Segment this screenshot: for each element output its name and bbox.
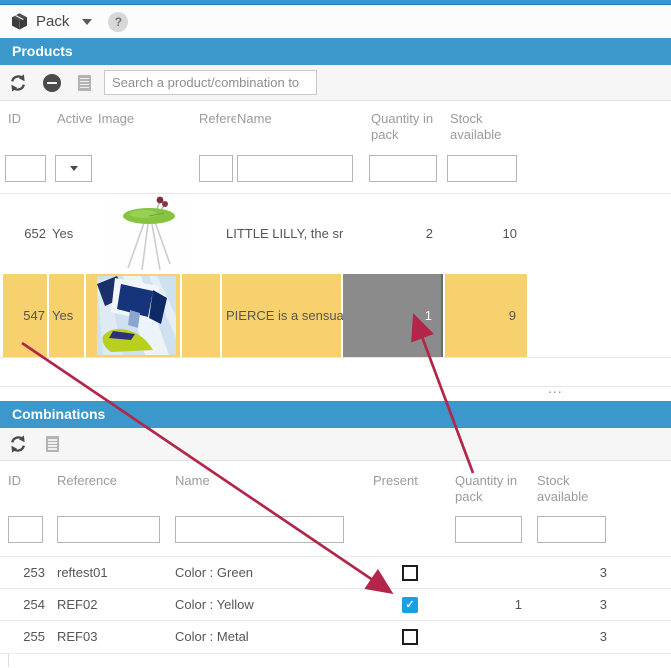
product-id: 547	[3, 274, 45, 357]
products-col-active: Active	[57, 111, 92, 127]
products-col-stock: Stock available	[450, 111, 516, 143]
combination-reference: reftest01	[57, 557, 108, 589]
product-id: 652	[3, 194, 46, 274]
combinations-filter-stock[interactable]	[537, 516, 606, 543]
next-row-border	[8, 654, 9, 667]
cell-reference	[182, 274, 220, 357]
combinations-col-stock: Stock available	[537, 473, 603, 505]
remove-icon[interactable]	[43, 74, 61, 92]
product-stock: 10	[444, 194, 517, 274]
cell-name: PIERCE is a sensua	[222, 274, 341, 357]
pack-box-icon	[10, 12, 29, 31]
combination-id: 255	[8, 621, 45, 653]
combination-reference: REF03	[57, 621, 97, 653]
combination-id: 254	[8, 589, 45, 621]
product-name: LITTLE LILLY, the sr	[226, 194, 343, 274]
product-active: Yes	[52, 274, 73, 357]
combinations-filter-reference[interactable]	[57, 516, 160, 543]
cell-qty-selected[interactable]: 1	[343, 274, 443, 357]
pagination-ellipsis: ...	[548, 380, 563, 396]
combinations-panel-title: Combinations	[12, 406, 105, 422]
select-caret-icon	[70, 166, 78, 171]
refresh-icon[interactable]	[8, 73, 28, 93]
combination-row-255[interactable]: 255 REF03 Color : Metal 3	[0, 620, 671, 654]
products-filter-name[interactable]	[237, 155, 353, 182]
combination-stock: 3	[537, 589, 607, 621]
product-name: PIERCE is a sensua	[226, 274, 344, 357]
table-separator	[0, 386, 671, 387]
product-image	[108, 196, 190, 276]
cell-image	[86, 274, 180, 357]
combinations-col-reference: Reference	[57, 473, 117, 489]
product-row-547-selected[interactable]: 547 Yes	[0, 274, 671, 358]
products-filter-reference[interactable]	[199, 155, 233, 182]
products-panel-title: Products	[12, 43, 73, 59]
page-title: Pack	[36, 13, 69, 30]
combination-row-254[interactable]: 254 REF02 Color : Yellow 1 3	[0, 588, 671, 621]
combination-row-253[interactable]: 253 reftest01 Color : Green 3	[0, 556, 671, 589]
present-checkbox-checked[interactable]	[402, 597, 418, 613]
combinations-filter-name[interactable]	[175, 516, 344, 543]
products-filter-stock[interactable]	[447, 155, 517, 182]
combinations-filter-id[interactable]	[8, 516, 43, 543]
products-filter-active[interactable]	[55, 155, 92, 182]
product-qty: 1	[343, 274, 432, 357]
product-row-652[interactable]: 652 Yes LITTLE LILLY, the sr 2	[0, 193, 671, 274]
refresh-icon[interactable]	[8, 434, 28, 454]
export-icon[interactable]	[46, 436, 59, 452]
combinations-filter-qty[interactable]	[455, 516, 522, 543]
pack-tool-window: Pack ? Products ID Active Image Re	[0, 0, 671, 668]
product-active: Yes	[52, 194, 73, 274]
product-qty: 2	[342, 194, 433, 274]
product-stock: 9	[445, 274, 516, 357]
combinations-toolbar	[0, 428, 671, 461]
product-image	[97, 276, 176, 360]
caret-down-icon[interactable]	[82, 19, 92, 25]
combinations-col-present: Present	[373, 473, 418, 489]
products-toolbar	[0, 65, 671, 101]
cell-active: Yes	[49, 274, 84, 357]
products-col-reference: Reference	[199, 111, 236, 127]
combination-id: 253	[8, 557, 45, 589]
present-checkbox[interactable]	[402, 629, 418, 645]
combination-qty: 1	[453, 589, 522, 621]
products-col-image: Image	[98, 111, 134, 127]
export-icon[interactable]	[78, 75, 91, 91]
combination-name: Color : Yellow	[175, 589, 254, 621]
combination-stock: 3	[537, 557, 607, 589]
combinations-panel-header: Combinations	[0, 401, 671, 428]
combinations-col-qty: Quantity in pack	[455, 473, 533, 505]
combination-stock: 3	[537, 621, 607, 653]
arrow-product-to-checkbox	[22, 343, 389, 591]
products-filter-qty[interactable]	[369, 155, 437, 182]
cell-stock: 9	[445, 274, 527, 357]
products-filter-id[interactable]	[5, 155, 46, 182]
pack-header: Pack ?	[0, 5, 671, 38]
products-panel-header: Products	[0, 38, 671, 65]
combination-name: Color : Green	[175, 557, 253, 589]
cell-id: 547	[3, 274, 47, 357]
search-input[interactable]	[104, 70, 317, 95]
products-col-id: ID	[8, 111, 21, 127]
combinations-col-id: ID	[8, 473, 21, 489]
combinations-col-name: Name	[175, 473, 210, 489]
help-button[interactable]: ?	[108, 12, 128, 32]
combination-reference: REF02	[57, 589, 97, 621]
present-checkbox[interactable]	[402, 565, 418, 581]
products-col-qty: Quantity in pack	[371, 111, 449, 143]
products-col-name: Name	[237, 111, 272, 127]
combination-name: Color : Metal	[175, 621, 249, 653]
